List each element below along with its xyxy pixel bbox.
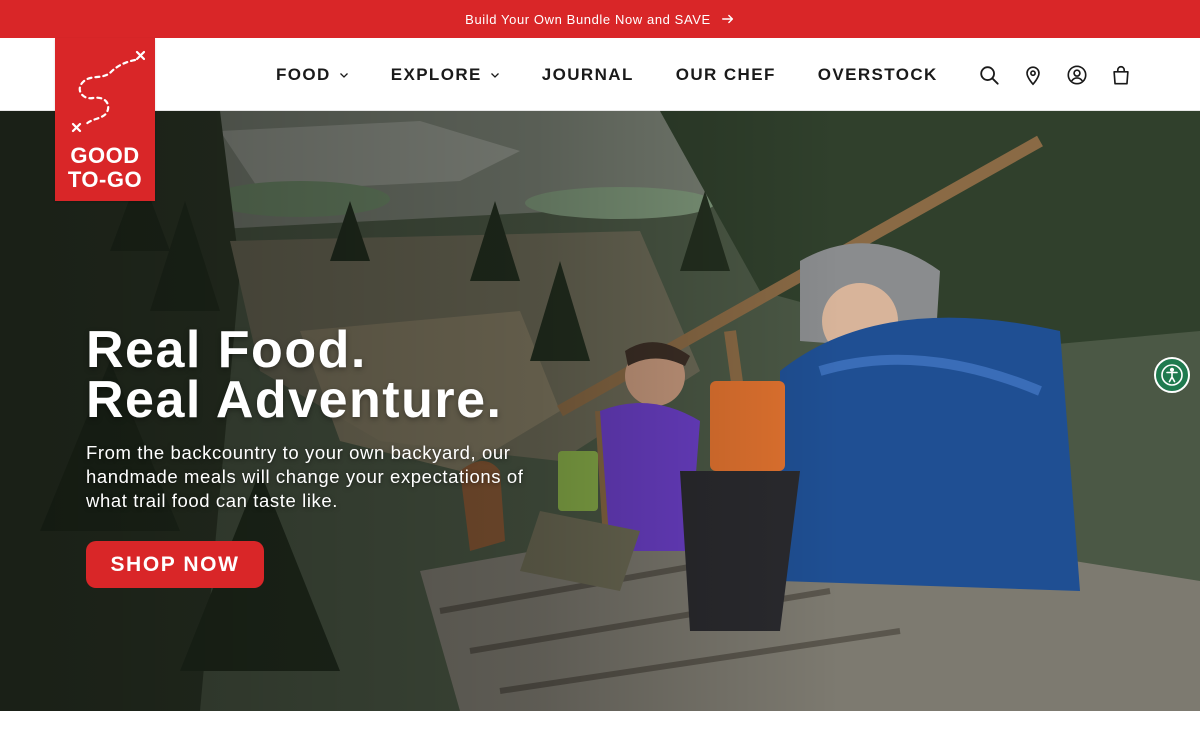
announcement-link[interactable]: Build Your Own Bundle Now and SAVE (465, 12, 735, 27)
main-nav: FOOD EXPLORE JOURNAL OUR CHEF OVERSTOCK (276, 38, 980, 111)
account-button[interactable] (1066, 64, 1088, 86)
header-icons (978, 38, 1132, 111)
store-locator-button[interactable] (1022, 64, 1044, 86)
chevron-down-icon (490, 72, 499, 78)
brand-wordmark: GOOD TO-GO (55, 144, 155, 192)
nav-item-label: JOURNAL (541, 64, 634, 84)
hero-headline-line2: Real Adventure. (86, 371, 503, 429)
nav-item-label: EXPLORE (390, 64, 482, 84)
page-content-below (0, 711, 1200, 750)
search-button[interactable] (978, 64, 1000, 86)
chevron-down-icon (339, 72, 348, 78)
accessibility-button[interactable] (1154, 357, 1190, 393)
hero-headline-line1: Real Food. (86, 321, 367, 379)
location-pin-icon (1026, 65, 1040, 85)
hero-subtext: From the backcountry to your own backyar… (86, 442, 524, 511)
site-header: FOOD EXPLORE JOURNAL OUR CHEF OVERSTOCK (0, 38, 1200, 111)
search-icon (980, 65, 999, 85)
nav-item-label: OVERSTOCK (817, 64, 938, 84)
brand-name-line2: TO-GO (67, 167, 143, 192)
brand-logo[interactable]: GOOD TO-GO (55, 38, 155, 201)
announcement-bar: Build Your Own Bundle Now and SAVE (0, 0, 1200, 38)
nav-item-label: FOOD (276, 64, 331, 84)
shop-now-button[interactable]: SHOP NOW (86, 541, 264, 588)
nav-item-our-chef[interactable]: OUR CHEF (676, 65, 776, 85)
cart-button[interactable] (1110, 64, 1132, 86)
nav-item-explore[interactable]: EXPLORE (391, 65, 500, 85)
hero-headline: Real Food. Real Adventure. (86, 321, 503, 429)
cart-bag-icon (1113, 65, 1129, 85)
nav-item-overstock[interactable]: OVERSTOCK (818, 65, 938, 85)
nav-item-food[interactable]: FOOD (276, 65, 349, 85)
nav-item-journal[interactable]: JOURNAL (542, 65, 634, 85)
arrow-right-icon (721, 14, 733, 24)
announcement-text: Build Your Own Bundle Now and SAVE (465, 11, 711, 27)
hero-banner: Real Food. Real Adventure. From the back… (0, 111, 1200, 711)
account-icon (1067, 64, 1087, 85)
trail-map-logo-mark (71, 50, 145, 133)
brand-name-line1: GOOD (70, 143, 140, 168)
nav-item-label: OUR CHEF (675, 64, 776, 84)
accessibility-icon (1161, 364, 1183, 386)
